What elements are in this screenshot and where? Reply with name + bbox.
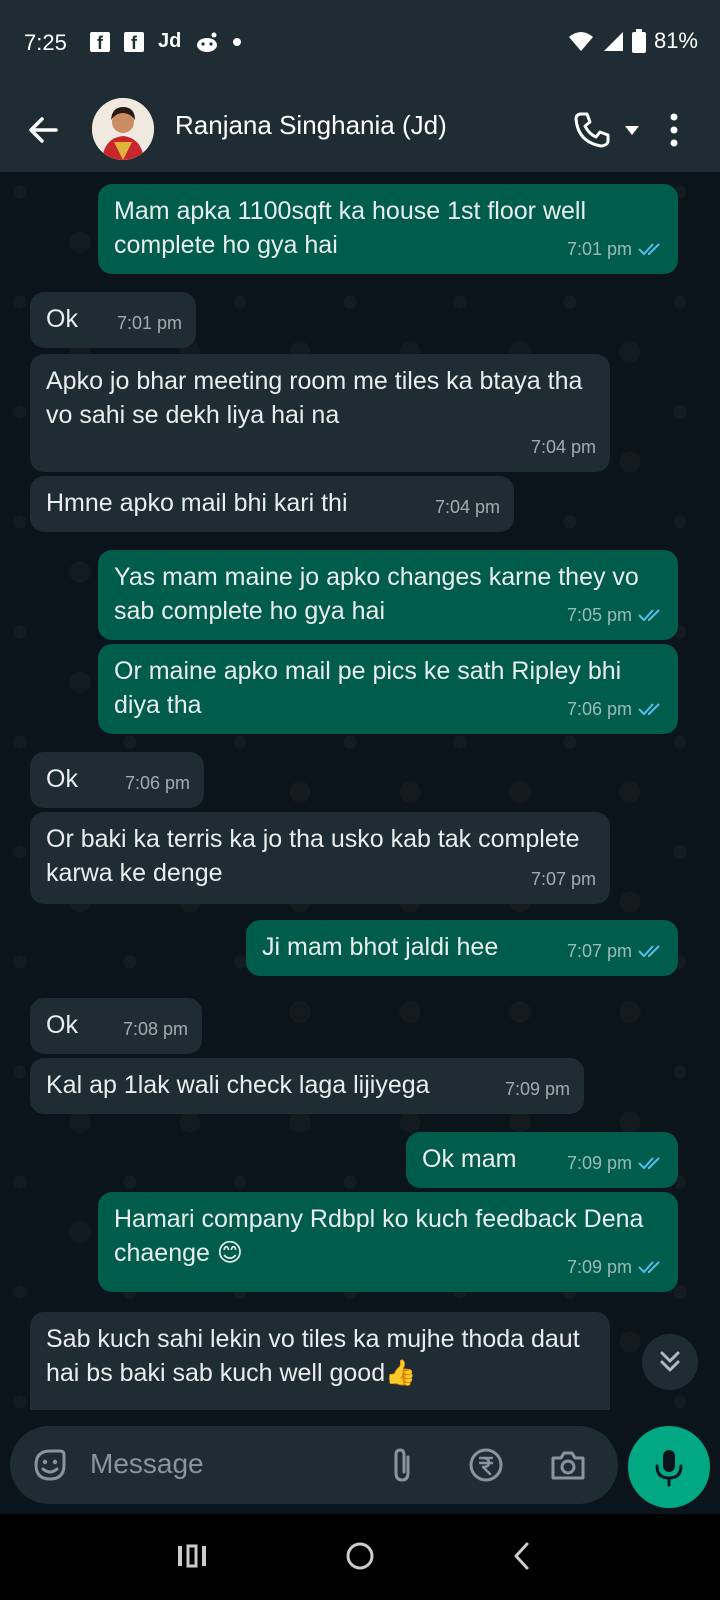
voice-message-button[interactable] — [628, 1426, 710, 1508]
message-meta: 7:06 pm — [567, 692, 664, 726]
double-check-read-icon — [638, 945, 660, 958]
message-time: 7:07 pm — [566, 941, 632, 961]
camera-icon[interactable] — [548, 1445, 588, 1485]
message-meta: 7:09 pm — [505, 1072, 570, 1106]
microphone-icon — [655, 1450, 683, 1487]
message-text: Ok — [46, 765, 78, 793]
message-text: Yas mam maine jo apko changes karne they… — [114, 563, 639, 625]
message-bubble-incoming[interactable]: Apko jo bhar meeting room me tiles ka bt… — [30, 354, 610, 472]
back-arrow-icon[interactable] — [24, 110, 64, 150]
call-options-caret-icon[interactable] — [622, 122, 642, 138]
message-bubble-incoming[interactable]: Ok 7:01 pm — [30, 292, 196, 348]
jd-notification-icon: Jd — [158, 30, 182, 52]
message-input-bar[interactable]: Message — [10, 1426, 618, 1504]
message-time: 7:01 pm — [116, 313, 182, 333]
message-time: 7:05 pm — [566, 605, 632, 625]
message-text: Apko jo bhar meeting room me tiles ka bt… — [46, 367, 583, 429]
message-bubble-incoming[interactable]: Kal ap 1lak wali check laga lijiyega 7:0… — [30, 1058, 584, 1114]
facebook-notification-icon-2: f — [124, 31, 144, 53]
scroll-to-bottom-button[interactable] — [642, 1334, 698, 1390]
message-text: Hmne apko mail bhi kari thi — [46, 489, 348, 517]
contact-avatar[interactable] — [92, 98, 154, 160]
phone-call-icon[interactable] — [570, 108, 614, 152]
more-options-icon[interactable] — [664, 108, 684, 152]
message-meta: 7:07 pm — [567, 934, 664, 968]
message-time: 7:09 pm — [566, 1257, 632, 1277]
wifi-icon — [568, 32, 593, 51]
message-meta: 7:04 pm — [435, 490, 500, 524]
message-time: 7:09 pm — [504, 1079, 570, 1099]
message-meta: 7:09 pm — [567, 1250, 664, 1284]
battery-percent: 81% — [653, 28, 698, 53]
message-time: 7:04 pm — [434, 497, 500, 517]
double-check-read-icon — [638, 703, 660, 716]
message-time: 7:04 pm — [530, 437, 596, 457]
system-navigation-bar — [0, 1514, 720, 1600]
message-text: Ok — [46, 305, 78, 333]
message-bubble-outgoing[interactable]: Ji mam bhot jaldi hee 7:07 pm — [246, 920, 678, 976]
message-bubble-outgoing[interactable]: Hamari company Rdbpl ko kuch feedback De… — [98, 1192, 678, 1292]
recent-apps-icon[interactable] — [170, 1534, 214, 1578]
message-bubble-outgoing[interactable]: Ok mam 7:09 pm — [406, 1132, 678, 1188]
double-check-read-icon — [638, 609, 660, 622]
message-meta: 7:04 pm — [531, 430, 596, 464]
contact-name[interactable]: Ranjana Singhania (Jd) — [175, 110, 447, 141]
back-nav-icon[interactable] — [500, 1534, 544, 1578]
message-bubble-outgoing[interactable]: Mam apka 1100sqft ka house 1st floor wel… — [98, 184, 678, 274]
double-chevron-down-icon — [660, 1351, 680, 1372]
status-right: 81% — [568, 28, 698, 54]
message-bubble-incoming[interactable]: Or baki ka terris ka jo tha usko kab tak… — [30, 812, 610, 904]
message-time: 7:09 pm — [566, 1153, 632, 1173]
battery-icon — [631, 29, 646, 53]
message-input-placeholder[interactable]: Message — [90, 1448, 204, 1480]
reddit-notification-icon — [197, 32, 218, 52]
message-meta: 7:01 pm — [567, 232, 664, 266]
avatar-image — [92, 98, 154, 160]
chat-header: Ranjana Singhania (Jd) — [0, 88, 720, 172]
message-bubble-incoming[interactable]: Ok 7:08 pm — [30, 998, 202, 1054]
message-time: 7:07 pm — [530, 869, 596, 889]
sticker-emoji-icon[interactable] — [30, 1445, 70, 1485]
message-text: Ok mam — [422, 1145, 517, 1173]
double-check-read-icon — [638, 243, 660, 256]
rupee-payment-icon[interactable] — [466, 1445, 506, 1485]
message-bubble-incoming[interactable]: Hmne apko mail bhi kari thi 7:04 pm — [30, 476, 514, 532]
message-composer: Message — [0, 1410, 720, 1514]
message-bubble-outgoing[interactable]: Or maine apko mail pe pics ke sath Riple… — [98, 644, 678, 734]
message-bubble-incoming[interactable]: Ok 7:06 pm — [30, 752, 204, 808]
message-meta: 7:06 pm — [125, 766, 190, 800]
message-text: Or baki ka terris ka jo tha usko kab tak… — [46, 825, 580, 887]
cell-signal-icon — [603, 32, 623, 51]
message-meta: 7:01 pm — [117, 306, 182, 340]
message-time: 7:01 pm — [566, 239, 632, 259]
status-time: 7:25 — [24, 30, 67, 55]
status-bar: 7:25 f f Jd 81% — [0, 0, 720, 88]
message-text: Or maine apko mail pe pics ke sath Riple… — [114, 657, 622, 719]
message-bubble-incoming[interactable]: Sab kuch sahi lekin vo tiles ka mujhe th… — [30, 1312, 610, 1410]
message-text: Sab kuch sahi lekin vo tiles ka mujhe th… — [46, 1325, 580, 1387]
double-check-read-icon — [638, 1261, 660, 1274]
message-meta: 7:09 pm — [567, 1146, 664, 1180]
message-text: Mam apka 1100sqft ka house 1st floor wel… — [114, 197, 587, 259]
notification-icons: f f Jd — [90, 30, 242, 53]
message-time: 7:06 pm — [124, 773, 190, 793]
message-meta: 7:08 pm — [123, 1012, 188, 1046]
message-text: Ji mam bhot jaldi hee — [262, 933, 499, 961]
message-time: 7:08 pm — [122, 1019, 188, 1039]
message-meta: 7:05 pm — [567, 598, 664, 632]
chat-messages[interactable]: Mam apka 1100sqft ka house 1st floor wel… — [0, 172, 720, 1410]
more-notifications-dot-icon — [233, 37, 242, 46]
facebook-notification-icon: f — [90, 31, 110, 53]
attach-paperclip-icon[interactable] — [382, 1445, 422, 1485]
message-text: Ok — [46, 1011, 78, 1039]
message-time: 7:06 pm — [566, 699, 632, 719]
home-icon[interactable] — [338, 1534, 382, 1578]
message-meta: 7:07 pm — [531, 862, 596, 896]
double-check-read-icon — [638, 1157, 660, 1170]
message-text: Kal ap 1lak wali check laga lijiyega — [46, 1071, 430, 1099]
message-text: Hamari company Rdbpl ko kuch feedback De… — [114, 1205, 644, 1267]
message-bubble-outgoing[interactable]: Yas mam maine jo apko changes karne they… — [98, 550, 678, 640]
